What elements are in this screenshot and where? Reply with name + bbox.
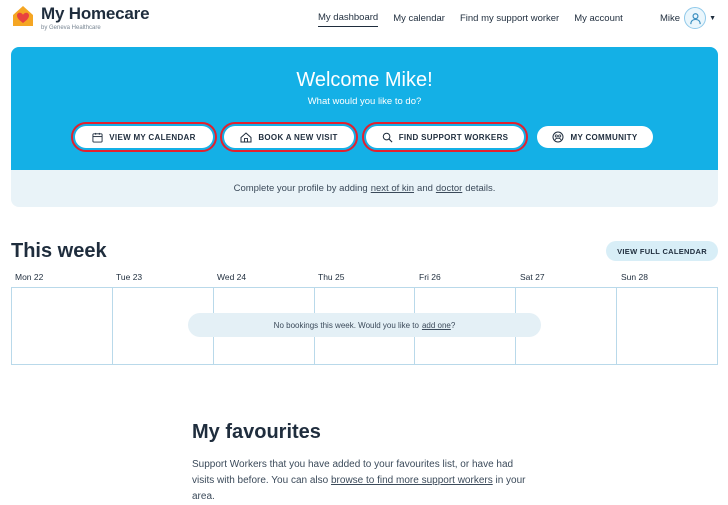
brand-name: My Homecare (41, 4, 150, 23)
search-icon (382, 132, 393, 143)
this-week-title: This week (11, 240, 107, 262)
no-bookings-text: No bookings this week. Would you like to (273, 320, 419, 330)
nav-my-account[interactable]: My account (574, 13, 623, 27)
browse-support-workers-link[interactable]: browse to find more support workers (331, 475, 493, 486)
profile-prompt-prefix: Complete your profile by adding (233, 183, 368, 194)
find-support-workers-button[interactable]: FIND SUPPORT WORKERS (362, 122, 528, 152)
day-cell[interactable] (617, 288, 717, 364)
day-header: Tue 23 (116, 272, 143, 282)
day-header: Wed 24 (217, 272, 247, 282)
profile-completion-prompt: Complete your profile by adding next of … (11, 170, 718, 207)
doctor-link[interactable]: doctor (436, 183, 462, 194)
my-community-label: MY COMMUNITY (570, 132, 638, 142)
day-cell[interactable] (12, 288, 113, 364)
view-full-calendar-button[interactable]: VIEW FULL CALENDAR (606, 241, 718, 261)
profile-prompt-suffix: details. (465, 183, 496, 194)
house-heart-icon (11, 4, 35, 28)
profile-prompt-and: and (417, 183, 433, 194)
user-menu[interactable]: Mike ▼ (660, 7, 716, 29)
welcome-subtitle: What would you like to do? (307, 96, 422, 107)
day-header: Sun 28 (621, 272, 648, 282)
favourites-description: Support Workers that you have added to y… (192, 457, 532, 505)
nav-my-dashboard[interactable]: My dashboard (318, 12, 379, 27)
book-new-visit-button[interactable]: BOOK A NEW VISIT (220, 122, 358, 152)
add-booking-link[interactable]: add one (422, 321, 451, 330)
main-nav: My dashboard My calendar Find my support… (318, 12, 638, 27)
community-icon (552, 131, 564, 143)
user-icon (689, 12, 701, 24)
home-icon (240, 131, 252, 143)
book-new-visit-label: BOOK A NEW VISIT (258, 132, 338, 142)
welcome-banner: Welcome Mike! What would you like to do?… (11, 47, 718, 170)
my-favourites-title: My favourites (192, 421, 321, 443)
view-my-calendar-label: VIEW MY CALENDAR (109, 132, 196, 142)
next-of-kin-link[interactable]: next of kin (371, 183, 414, 194)
no-bookings-suffix: ? (450, 320, 456, 330)
view-my-calendar-button[interactable]: VIEW MY CALENDAR (71, 122, 217, 152)
find-support-workers-label: FIND SUPPORT WORKERS (398, 132, 509, 142)
calendar-icon (92, 132, 103, 143)
no-bookings-message: No bookings this week. Would you like to… (188, 313, 541, 337)
day-header: Mon 22 (15, 272, 44, 282)
nav-find-support-worker[interactable]: Find my support worker (460, 13, 559, 27)
avatar[interactable] (684, 7, 707, 29)
day-header: Sat 27 (520, 272, 545, 282)
brand-logo[interactable]: My Homecare by Geneva Healthcare (11, 4, 150, 32)
chevron-down-icon[interactable]: ▼ (709, 15, 716, 22)
welcome-title: Welcome Mike! (296, 69, 433, 91)
my-community-button[interactable]: MY COMMUNITY (537, 126, 653, 148)
user-name: Mike (660, 12, 681, 24)
nav-my-calendar[interactable]: My calendar (393, 13, 445, 27)
week-day-headers: Mon 22 Tue 23 Wed 24 Thu 25 Fri 26 Sat 2… (11, 272, 718, 286)
day-header: Fri 26 (419, 272, 441, 282)
brand-subtitle: by Geneva Healthcare (41, 25, 101, 31)
top-header: My Homecare by Geneva Healthcare My dash… (0, 0, 728, 42)
day-header: Thu 25 (318, 272, 345, 282)
